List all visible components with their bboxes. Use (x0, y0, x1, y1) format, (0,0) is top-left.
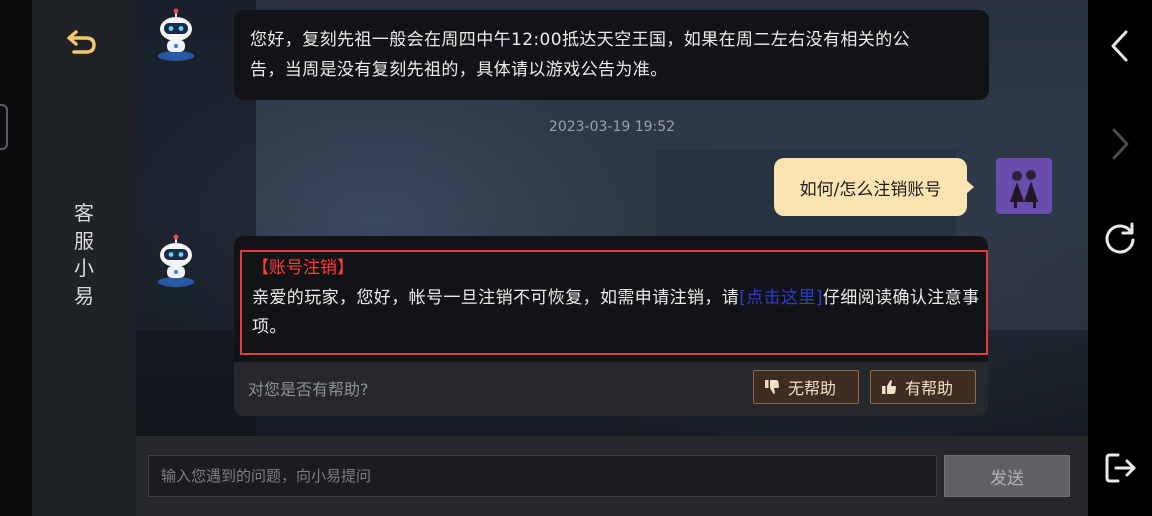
helpful-label: 有帮助 (905, 379, 954, 398)
exit-button[interactable] (1096, 444, 1144, 492)
answer-text: 亲爱的玩家，您好，帐号一旦注销不可恢复，如需申请注销，请 (252, 288, 740, 308)
send-button[interactable]: 发送 (944, 455, 1070, 497)
back-arrow-icon (67, 30, 96, 54)
bot-avatar (152, 234, 200, 290)
robot-avatar-icon (158, 8, 194, 61)
sidebar-title-char: 易 (74, 283, 94, 308)
thumb-up-icon (882, 380, 897, 394)
refresh-icon (1105, 222, 1135, 254)
sidebar-title: 客 服 小 易 (70, 200, 98, 310)
right-nav-bar (1088, 0, 1152, 516)
bot-message-line: 告，当周是没有复刻先祖的，具体请以游戏公告为准。 (250, 60, 668, 80)
refresh-button[interactable] (1096, 214, 1144, 262)
bot-answer-card: 【账号注销】 亲爱的玩家，您好，帐号一旦注销不可恢复，如需申请注销，请[点击这里… (234, 236, 988, 416)
user-avatar (996, 158, 1052, 214)
nav-forward-button[interactable] (1096, 120, 1144, 168)
composer: 发送 (136, 436, 1088, 516)
edge-handle[interactable] (0, 104, 8, 150)
thumb-down-icon (765, 380, 780, 394)
sidebar-title-char: 客 (74, 201, 94, 225)
bot-message-bubble: 您好，复刻先祖一般会在周四中午12:00抵达天空王国，如果在周二左右没有相关的公… (234, 10, 989, 100)
chevron-right-icon (1112, 128, 1129, 160)
sidebar: 客 服 小 易 (32, 0, 136, 516)
feedback-bar: 对您是否有帮助? 无帮助 有帮助 (234, 362, 988, 416)
answer-title: 【账号注销】 (252, 258, 354, 278)
unhelpful-button[interactable]: 无帮助 (753, 370, 859, 404)
helpful-button[interactable]: 有帮助 (870, 370, 976, 404)
answer-link[interactable]: [点击这里] (739, 288, 823, 308)
chevron-left-icon (1111, 30, 1128, 62)
sidebar-title-char: 小 (74, 256, 94, 280)
unhelpful-label: 无帮助 (788, 379, 837, 398)
sidebar-title-char: 服 (74, 228, 94, 253)
nav-back-button[interactable] (1096, 22, 1144, 70)
chat-area[interactable]: 您好，复刻先祖一般会在周四中午12:00抵达天空王国，如果在周二左右没有相关的公… (136, 0, 1088, 436)
user-message-text: 如何/怎么注销账号 (799, 179, 942, 200)
exit-icon (1105, 453, 1136, 483)
feedback-question: 对您是否有帮助? (248, 380, 369, 399)
answer-highlight-frame: 【账号注销】 亲爱的玩家，您好，帐号一旦注销不可恢复，如需申请注销，请[点击这里… (240, 250, 988, 355)
back-button[interactable] (62, 22, 102, 62)
question-input[interactable] (148, 455, 937, 497)
user-avatar-image (996, 158, 1052, 214)
answer-body: 亲爱的玩家，您好，帐号一旦注销不可恢复，如需申请注销，请[点击这里]仔细阅读确认… (252, 284, 982, 342)
message-timestamp: 2023-03-19 19:52 (548, 119, 676, 135)
send-label: 发送 (990, 468, 1024, 489)
user-message-bubble: 如何/怎么注销账号 (774, 158, 974, 216)
screen-left-edge (0, 0, 32, 516)
robot-avatar-icon (158, 234, 194, 287)
bot-message-line: 您好，复刻先祖一般会在周四中午12:00抵达天空王国，如果在周二左右没有相关的公 (250, 30, 910, 50)
bot-avatar (152, 8, 200, 64)
